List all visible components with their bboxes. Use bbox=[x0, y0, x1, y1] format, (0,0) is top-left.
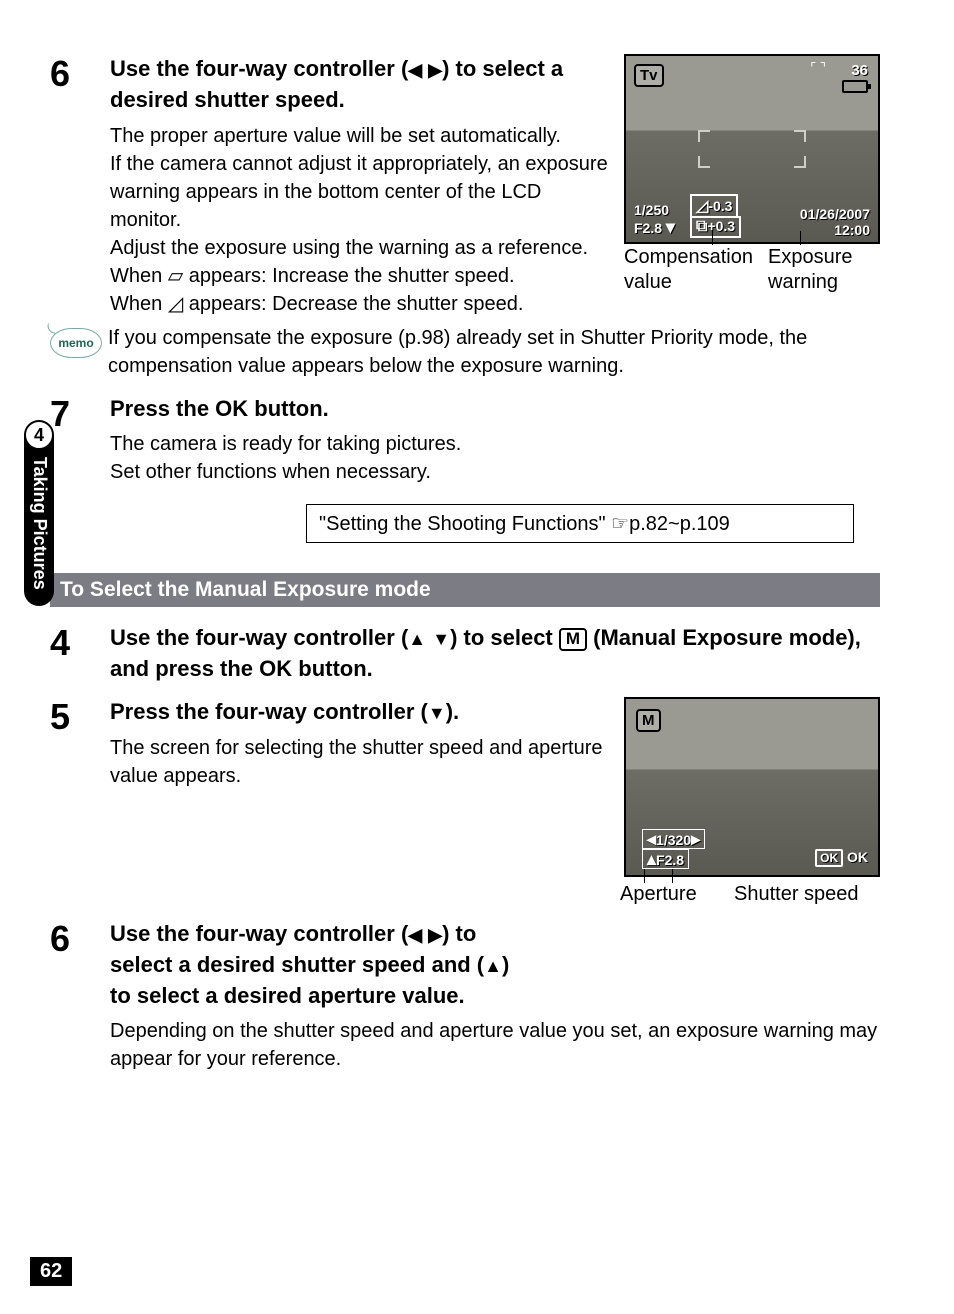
ev-comp-icon: ⧉ bbox=[696, 218, 707, 236]
up-triangle-icon: ▴ bbox=[647, 850, 656, 868]
chapter-tab: 4 Taking Pictures bbox=[24, 420, 58, 680]
caption-shutter-speed: Shutter speed bbox=[734, 883, 859, 906]
left-triangle-icon: ◂ bbox=[647, 830, 656, 848]
focus-bracket-icon bbox=[794, 130, 806, 142]
af-corner-icon: ⌜ ⌝ bbox=[810, 60, 826, 76]
figure-lcd-tv: Tv ⌜ ⌝ 36 1/250 F2.8 ▾ ◿-0.3 ⧉+0.3 01/26… bbox=[624, 54, 880, 309]
chapter-title: Taking Pictures bbox=[24, 435, 54, 606]
step-6-manual: 6 Use the four-way controller (◀ ▶) to s… bbox=[50, 919, 880, 1073]
right-triangle-icon: ▶ bbox=[428, 926, 442, 944]
lcd-shutter-value: ◂1/320▸ bbox=[642, 829, 705, 849]
lcd-shutter-value: 1/250 bbox=[634, 202, 669, 218]
mode-indicator-m: M bbox=[636, 709, 661, 732]
lcd-time: 12:00 bbox=[834, 222, 870, 238]
step-number: 6 bbox=[50, 919, 110, 957]
down-triangle-icon: ▼ bbox=[432, 630, 450, 648]
right-triangle-icon: ▶ bbox=[428, 61, 442, 79]
step-7: 7 Press the OK button. The camera is rea… bbox=[50, 394, 880, 487]
focus-bracket-icon bbox=[698, 156, 710, 168]
lcd-ok-indicator: OK OK bbox=[815, 849, 868, 867]
lcd-aperture-value: ▴F2.8 bbox=[642, 849, 689, 869]
mode-indicator-tv: Tv bbox=[634, 64, 664, 87]
memo-note: memo If you compensate the exposure (p.9… bbox=[50, 324, 880, 380]
pointer-icon: ☞ bbox=[611, 513, 629, 535]
page-number: 62 bbox=[30, 1257, 72, 1286]
step-6-manual-body: Depending on the shutter speed and apert… bbox=[110, 1017, 880, 1073]
step-4-title: Use the four-way controller (▲ ▼) to sel… bbox=[110, 623, 880, 685]
exposure-icon: ◿ bbox=[696, 196, 708, 216]
lcd-screen-tv: Tv ⌜ ⌝ 36 1/250 F2.8 ▾ ◿-0.3 ⧉+0.3 01/26… bbox=[624, 54, 880, 244]
caption-exposure-warning: Exposure warning bbox=[768, 245, 878, 295]
up-triangle-icon: ▲ bbox=[408, 630, 426, 648]
figure-lcd-manual: M ◂1/320▸ ▴F2.8 OK OK Aperture Shutter s… bbox=[624, 697, 880, 913]
step-5-manual: 5 M ◂1/320▸ ▴F2.8 OK OK Aperture Shutter… bbox=[50, 697, 880, 913]
down-triangle-icon: ▼ bbox=[428, 704, 446, 722]
shots-remaining: 36 bbox=[851, 62, 868, 79]
lcd-date: 01/26/2007 bbox=[800, 206, 870, 222]
left-triangle-icon: ◀ bbox=[408, 926, 422, 944]
step-6-tv: 6 Tv ⌜ ⌝ 36 1/250 F2.8 ▾ ◿-0.3 ⧉+0.3 01/… bbox=[50, 54, 880, 318]
lcd-screen-manual: M ◂1/320▸ ▴F2.8 OK OK bbox=[624, 697, 880, 877]
up-triangle-icon: ▲ bbox=[484, 957, 502, 975]
underexposed-icon: ◿ bbox=[168, 293, 183, 315]
section-heading-manual-exposure: To Select the Manual Exposure mode bbox=[50, 573, 880, 607]
step-number: 7 bbox=[50, 394, 110, 432]
step-number: 5 bbox=[50, 697, 110, 735]
lcd-exposure-warning: ◿-0.3 bbox=[690, 194, 738, 218]
memo-icon: memo bbox=[50, 328, 108, 358]
lcd-exposure-compensation: ⧉+0.3 bbox=[690, 216, 741, 238]
step-6-manual-title: Use the four-way controller (◀ ▶) to sel… bbox=[110, 919, 530, 1011]
step-4-manual: 4 Use the four-way controller (▲ ▼) to s… bbox=[50, 623, 880, 691]
right-triangle-icon: ▸ bbox=[691, 830, 700, 848]
lcd-aperture-value: F2.8 ▾ bbox=[634, 218, 675, 236]
caption-compensation-value: Compensation value bbox=[624, 245, 764, 295]
manual-mode-icon: M bbox=[559, 628, 587, 651]
focus-bracket-icon bbox=[794, 156, 806, 168]
left-triangle-icon: ◀ bbox=[408, 61, 422, 79]
step-number: 6 bbox=[50, 54, 110, 92]
memo-text: If you compensate the exposure (p.98) al… bbox=[108, 324, 880, 380]
cross-reference-box: "Setting the Shooting Functions" ☞p.82~p… bbox=[306, 504, 854, 543]
overexposed-icon: ▱ bbox=[168, 265, 183, 287]
focus-bracket-icon bbox=[698, 130, 710, 142]
caption-aperture: Aperture bbox=[620, 883, 697, 906]
down-triangle-icon: ▾ bbox=[666, 218, 675, 236]
chapter-number: 4 bbox=[24, 420, 54, 450]
step-number: 4 bbox=[50, 623, 110, 661]
step-7-body: The camera is ready for taking pictures.… bbox=[110, 430, 880, 486]
battery-icon bbox=[842, 80, 868, 93]
step-7-title: Press the OK button. bbox=[110, 394, 880, 425]
